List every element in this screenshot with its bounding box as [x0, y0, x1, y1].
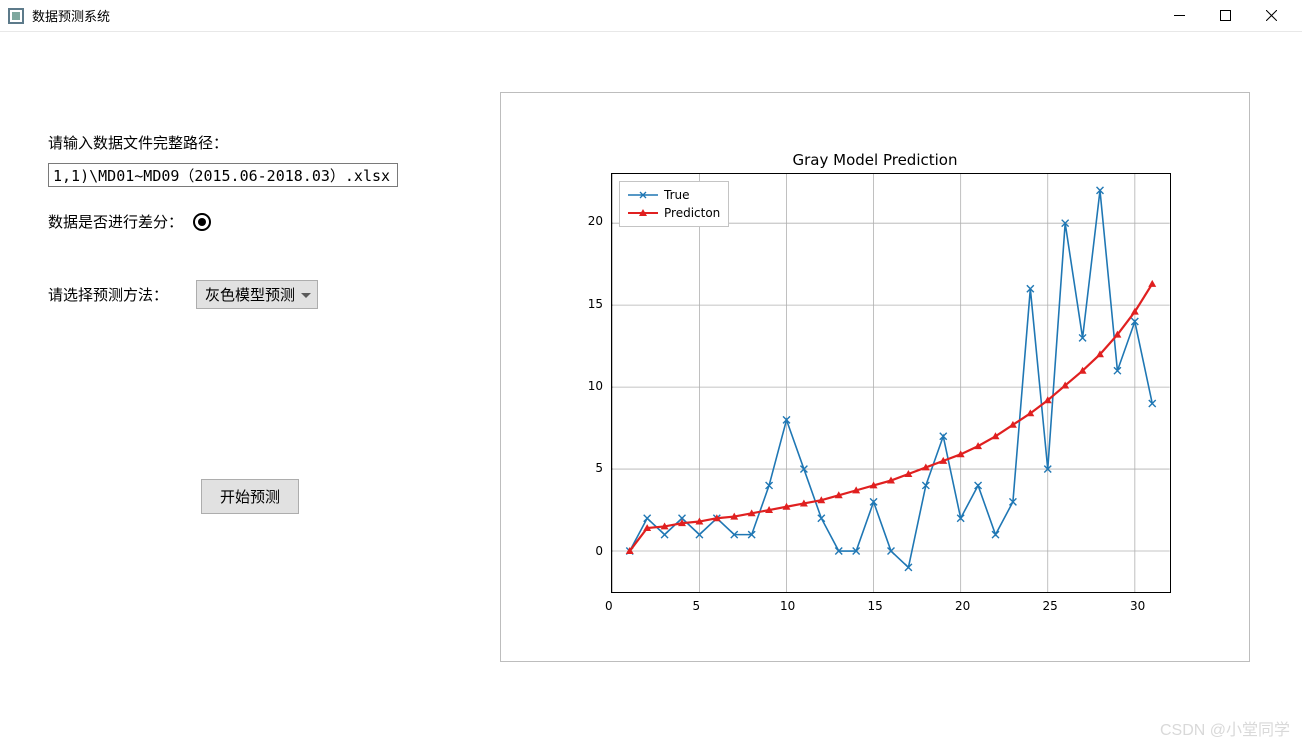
legend-prediction-label: Predicton — [664, 206, 720, 220]
xtick-label: 25 — [1043, 599, 1058, 613]
legend-prediction: Predicton — [628, 204, 720, 222]
close-button[interactable] — [1248, 1, 1294, 31]
method-label: 请选择预测方法： — [48, 284, 168, 305]
xtick-label: 10 — [780, 599, 795, 613]
window-titlebar: 数据预测系统 — [0, 0, 1302, 32]
method-value: 灰色模型预测 — [205, 288, 295, 304]
chart-panel: Gray Model Prediction True Predicton 0 5 1… — [500, 32, 1302, 746]
chart-plot — [611, 173, 1171, 593]
legend-true-label: True — [664, 188, 690, 202]
predict-button[interactable]: 开始预测 — [201, 479, 299, 514]
xtick-label: 0 — [605, 599, 613, 613]
xtick-label: 5 — [693, 599, 701, 613]
method-combobox[interactable]: 灰色模型预测 — [196, 280, 318, 309]
main-content: 请输入数据文件完整路径： 数据是否进行差分： 请选择预测方法： 灰色模型预测 开… — [0, 32, 1302, 746]
ytick-label: 10 — [588, 379, 603, 393]
xtick-label: 15 — [868, 599, 883, 613]
ytick-label: 15 — [588, 297, 603, 311]
path-input[interactable] — [48, 163, 398, 187]
xtick-label: 30 — [1130, 599, 1145, 613]
chart-title: Gray Model Prediction — [501, 151, 1249, 169]
ytick-label: 20 — [588, 214, 603, 228]
diff-radio[interactable] — [193, 213, 211, 231]
chart-legend: True Predicton — [619, 181, 729, 227]
diff-label: 数据是否进行差分： — [48, 211, 183, 232]
ytick-label: 0 — [595, 544, 603, 558]
legend-true: True — [628, 186, 720, 204]
form-panel: 请输入数据文件完整路径： 数据是否进行差分： 请选择预测方法： 灰色模型预测 开… — [0, 32, 500, 746]
ytick-label: 5 — [595, 461, 603, 475]
path-label: 请输入数据文件完整路径： — [48, 132, 228, 153]
window-controls — [1156, 1, 1294, 31]
minimize-button[interactable] — [1156, 1, 1202, 31]
watermark: CSDN @小堂同学 — [1160, 716, 1290, 740]
chart-container: Gray Model Prediction True Predicton 0 5 1… — [500, 92, 1250, 662]
xtick-label: 20 — [955, 599, 970, 613]
window-title: 数据预测系统 — [32, 6, 110, 25]
maximize-button[interactable] — [1202, 1, 1248, 31]
app-icon — [8, 8, 24, 24]
